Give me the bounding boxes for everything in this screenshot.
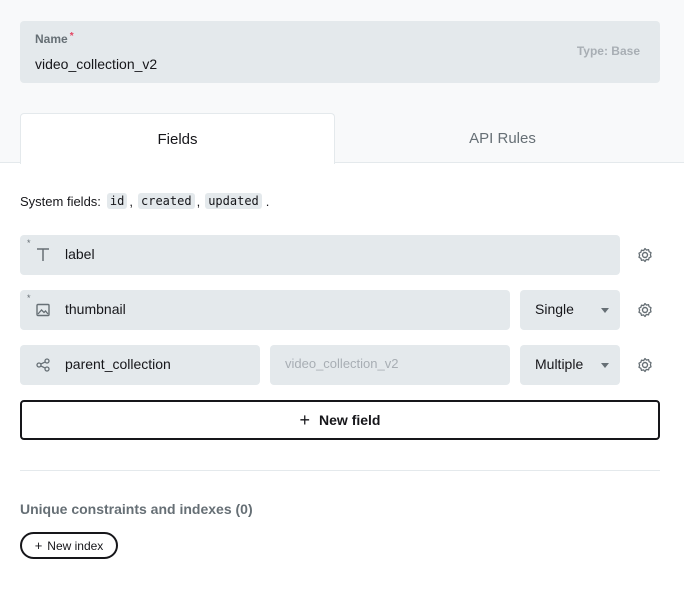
field-row-label[interactable]: * label — [20, 235, 620, 275]
chevron-down-icon — [601, 363, 609, 368]
collection-name-field[interactable]: Name * video_collection_v2 Type: Base — [20, 21, 660, 83]
text-icon — [34, 246, 52, 264]
required-indicator: * — [27, 238, 31, 248]
relation-collection-select[interactable]: video_collection_v2 — [270, 345, 510, 385]
field-name-input[interactable]: label — [65, 246, 95, 262]
system-field-id: id — [106, 193, 128, 209]
new-field-label: New field — [319, 412, 381, 428]
collection-type-hint[interactable]: Type: Base — [577, 44, 640, 58]
tabs: Fields API Rules — [20, 113, 660, 164]
period: . — [265, 193, 270, 209]
divider — [20, 470, 660, 471]
required-mark: * — [69, 31, 74, 42]
field-row-thumbnail[interactable]: * thumbnail — [20, 290, 510, 330]
system-field-created: created — [138, 193, 195, 209]
required-indicator: * — [27, 293, 31, 303]
chevron-down-icon — [601, 308, 609, 313]
tab-fields[interactable]: Fields — [20, 113, 335, 164]
collection-name-input[interactable]: video_collection_v2 — [35, 56, 157, 72]
gear-icon[interactable] — [635, 355, 655, 375]
new-index-label: New index — [47, 538, 104, 553]
select-value: Single — [535, 301, 574, 317]
plus-icon: + — [299, 410, 311, 430]
tab-api-rules[interactable]: API Rules — [345, 113, 660, 163]
gear-icon[interactable] — [635, 300, 655, 320]
field-name-input[interactable]: thumbnail — [65, 301, 126, 317]
system-fields-line: System fields: id , created , updated . — [20, 193, 269, 209]
relation-collection-placeholder: video_collection_v2 — [285, 356, 399, 371]
field-row-parent-collection[interactable]: parent_collection — [20, 345, 260, 385]
image-icon — [34, 301, 52, 319]
max-select-dropdown[interactable]: Multiple — [520, 345, 620, 385]
select-value: Multiple — [535, 356, 584, 372]
new-index-button[interactable]: + New index — [20, 532, 118, 559]
system-field-updated: updated — [205, 193, 262, 209]
plus-icon: + — [34, 538, 43, 553]
field-name-input[interactable]: parent_collection — [65, 356, 171, 372]
separator: , — [129, 193, 133, 209]
indexes-title: Unique constraints and indexes (0) — [20, 501, 253, 517]
name-label: Name * — [35, 31, 74, 46]
system-fields-prefix: System fields: — [20, 193, 101, 209]
gear-icon[interactable] — [635, 245, 655, 265]
max-select-dropdown[interactable]: Single — [520, 290, 620, 330]
separator: , — [196, 193, 201, 209]
new-field-button[interactable]: + New field — [20, 400, 660, 440]
relation-icon — [34, 356, 52, 374]
